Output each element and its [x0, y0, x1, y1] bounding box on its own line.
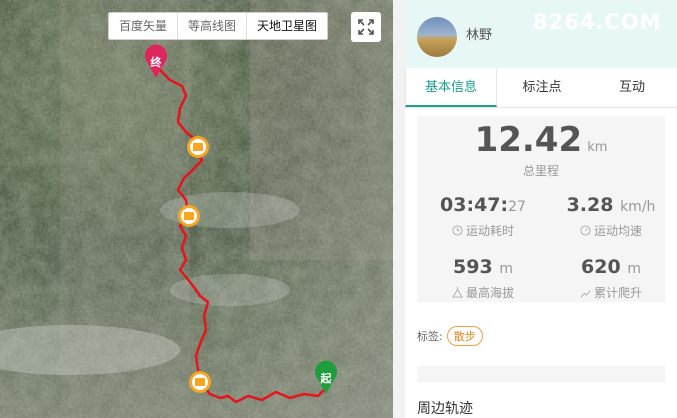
time-label: 运动耗时	[465, 224, 514, 238]
stat-climb: 620 m 累计爬升	[549, 256, 673, 301]
climb-unit: m	[627, 261, 641, 277]
track-info-panel: 林野 8264.COM 基本信息 标注点 互动 12.42 km 总里程 03:…	[405, 0, 677, 418]
tag-chip[interactable]: 散步	[446, 326, 483, 346]
speed-value: 3.28	[566, 194, 614, 216]
distance-value: 12.42	[474, 120, 583, 160]
max-alt-unit: m	[499, 261, 513, 277]
max-alt-label: 最高海拔	[465, 286, 514, 300]
distance-unit: km	[587, 140, 608, 155]
avatar[interactable]	[417, 17, 457, 57]
map-tab-contour[interactable]: 等高线图	[178, 13, 248, 39]
tab-basic-info[interactable]: 基本信息	[405, 68, 497, 107]
stat-max-altitude: 593 m 最高海拔	[421, 256, 545, 301]
stat-speed: 3.28 km/h 运动均速	[549, 194, 673, 239]
climb-chart-icon	[580, 290, 591, 298]
site-watermark: 8264.COM	[533, 10, 662, 34]
map-imagery: 终 起	[0, 0, 393, 418]
photo-marker[interactable]	[178, 205, 200, 227]
map-tab-vector[interactable]: 百度矢量	[109, 13, 179, 39]
photo-marker[interactable]	[187, 136, 209, 158]
map-type-switcher: 百度矢量 等高线图 天地卫星图	[108, 12, 329, 40]
climb-value: 620	[581, 256, 621, 278]
tags-label: 标签:	[417, 330, 443, 343]
map-tab-satellite[interactable]: 天地卫星图	[247, 13, 327, 39]
info-tabs: 基本信息 标注点 互动	[405, 68, 677, 108]
climb-label: 累计爬升	[593, 286, 642, 300]
stats-box: 12.42 km 总里程 03:47:27 运动耗时 3.28 km/h 运动均…	[417, 116, 665, 302]
max-alt-value: 593	[453, 256, 493, 278]
distance-label: 总里程	[522, 164, 559, 178]
speedometer-icon	[580, 225, 591, 236]
tags-row: 标签: 散步	[417, 326, 483, 346]
time-seconds: 27	[508, 199, 526, 215]
section-divider	[417, 366, 665, 382]
username[interactable]: 林野	[466, 24, 492, 43]
speed-label: 运动均速	[593, 224, 642, 238]
clock-icon	[452, 225, 463, 236]
nearby-tracks-title: 周边轨迹	[417, 401, 473, 417]
svg-text:终: 终	[151, 55, 163, 69]
satellite-map[interactable]: 终 起 百度矢量 等高线图 天地卫星图	[0, 0, 393, 418]
photo-marker[interactable]	[189, 371, 211, 393]
fullscreen-button[interactable]	[351, 12, 381, 42]
time-value: 03:47:	[440, 194, 509, 216]
svg-text:起: 起	[320, 371, 333, 385]
stat-time: 03:47:27 运动耗时	[421, 194, 545, 239]
speed-unit: km/h	[620, 199, 656, 215]
tab-interaction[interactable]: 互动	[587, 68, 677, 107]
user-profile-header: 林野 8264.COM	[405, 0, 677, 68]
fullscreen-icon	[358, 19, 374, 35]
mountain-peak-icon	[452, 287, 463, 298]
tab-waypoints[interactable]: 标注点	[497, 68, 587, 107]
total-distance: 12.42 km	[417, 120, 665, 160]
